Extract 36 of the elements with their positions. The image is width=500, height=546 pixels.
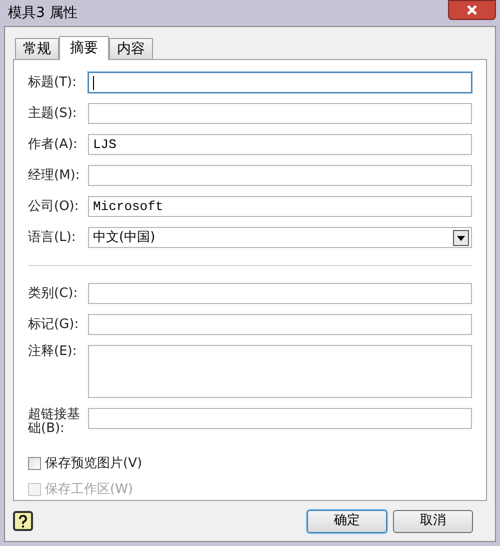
text-field[interactable]: [88, 72, 472, 93]
text-field[interactable]: [88, 408, 472, 429]
checkbox[interactable]: [28, 457, 41, 470]
field-label: 注释(E):: [28, 345, 78, 359]
text-area[interactable]: [88, 345, 472, 398]
dialog-button[interactable]: 确定: [307, 510, 387, 532]
window-title: 模具3 属性: [8, 4, 78, 22]
text-field[interactable]: [88, 283, 472, 304]
tab[interactable]: 内容: [109, 38, 153, 59]
close-icon: [466, 5, 478, 15]
tab[interactable]: 常规: [15, 38, 59, 59]
close-button[interactable]: [448, 0, 496, 20]
field-label: 语言(L):: [28, 230, 77, 244]
dialog-button[interactable]: 取消: [393, 510, 473, 532]
field-label: 主题(S):: [28, 106, 78, 120]
field-label: 作者(A):: [28, 138, 78, 152]
language-dropdown[interactable]: 中文(中国): [88, 227, 472, 248]
field-label: 经理(M):: [28, 168, 81, 182]
checkbox-label: 保存工作区(W): [45, 480, 133, 498]
text-field[interactable]: [88, 165, 472, 186]
text-cursor: [93, 76, 94, 90]
field-label: 类别(C):: [28, 286, 79, 300]
question-mark-icon: [18, 514, 28, 528]
field-value: Microsoft: [93, 198, 164, 216]
text-field[interactable]: [88, 314, 472, 335]
checkbox-label: 保存预览图片(V): [45, 455, 142, 473]
field-value: LJS: [93, 136, 116, 154]
help-button[interactable]: [13, 511, 33, 531]
field-label: 公司(O):: [28, 200, 80, 214]
field-label: 超链接基础(B):: [28, 408, 81, 436]
field-label: 标记(G):: [28, 318, 80, 332]
text-field[interactable]: [88, 103, 472, 124]
tab[interactable]: 摘要: [59, 36, 109, 60]
field-label: 标题(T):: [28, 76, 78, 90]
text-field[interactable]: LJS: [88, 134, 472, 155]
text-field[interactable]: Microsoft: [88, 196, 472, 217]
